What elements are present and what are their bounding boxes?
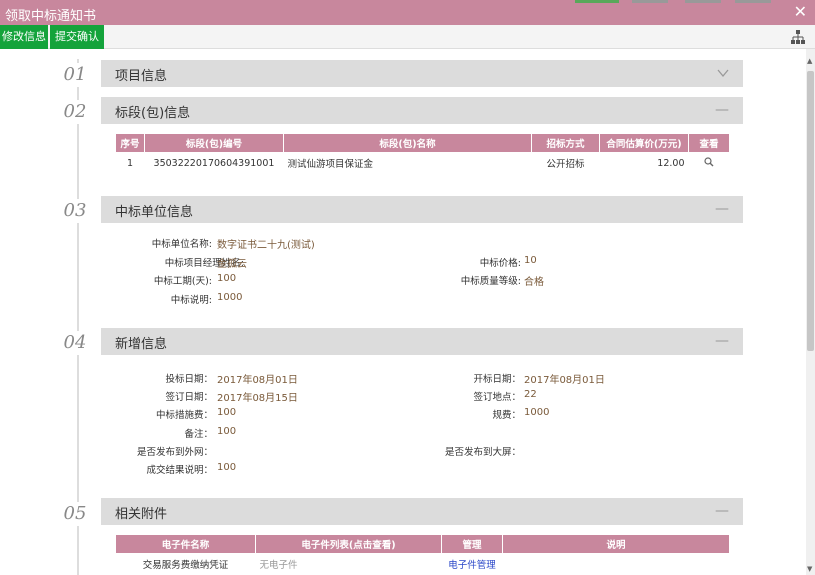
section-added-info: 新增信息 — 投标日期： 2017年08月01日 开标日期： 2017年08月0… xyxy=(101,328,743,498)
section-lot-info: 标段(包)信息 — 序号 标段(包)编号 标段(包)名称 招标方式 合同估算价(… xyxy=(101,97,743,185)
bg-tab[interactable] xyxy=(735,0,771,3)
section-number: 02 xyxy=(58,100,92,124)
section-header[interactable]: 标段(包)信息 — xyxy=(101,97,743,124)
section-number: 04 xyxy=(58,331,92,355)
edit-info-button[interactable]: 修改信息 xyxy=(0,25,48,49)
field-label: 开标日期： xyxy=(473,374,521,385)
attachment-name: 交易服务费缴纳凭证 xyxy=(142,560,229,572)
section-winner-info: 中标单位信息 — 中标单位名称: 数字证书二十九(测试) 中标项目经理姓名: 金… xyxy=(101,196,743,319)
section-header[interactable]: 项目信息 xyxy=(101,60,743,87)
row-number: 1 xyxy=(126,157,134,169)
section-number: 05 xyxy=(58,502,92,526)
attachment-manage-link[interactable]: 电子件管理 xyxy=(448,560,496,571)
scroll-up-arrow[interactable]: ▲ xyxy=(807,57,812,65)
window-titlebar: 领取中标通知书 ✕ xyxy=(0,0,815,25)
collapse-icon[interactable]: — xyxy=(715,102,729,118)
collapse-icon[interactable]: — xyxy=(715,201,729,217)
collapse-icon[interactable]: — xyxy=(715,503,729,519)
scrollbar-thumb[interactable] xyxy=(807,71,814,351)
column-header: 电子件名称 xyxy=(115,534,256,554)
window-title: 领取中标通知书 xyxy=(5,9,97,24)
field-label: 成交结果说明： xyxy=(146,465,213,476)
vertical-scrollbar[interactable]: ▲ ▼ xyxy=(806,49,815,575)
column-header: 管理 xyxy=(441,534,503,554)
field-label: 备注： xyxy=(184,429,213,440)
column-header: 说明 xyxy=(502,534,730,554)
submit-confirm-button[interactable]: 提交确认 xyxy=(50,25,104,49)
section-project-info: 项目信息 xyxy=(101,60,743,87)
attachment-files: 无电子件 xyxy=(259,560,298,572)
lot-name: 测试仙游项目保证金 xyxy=(287,159,374,171)
attachment-description xyxy=(503,554,730,575)
winner-note-value: 1000 xyxy=(217,292,243,303)
lot-code: 35032220170604391001 xyxy=(153,157,275,169)
field-label: 是否发布到大屏： xyxy=(444,447,521,458)
lot-table: 序号 标段(包)编号 标段(包)名称 招标方式 合同估算价(万元) 查看 1 3… xyxy=(115,133,730,174)
open-date-value: 2017年08月01日 xyxy=(524,375,605,386)
column-header: 招标方式 xyxy=(531,133,600,153)
winner-unit-value: 数字证书二十九(测试) xyxy=(217,240,315,251)
timeline-line xyxy=(77,59,79,575)
field-label: 中标说明: xyxy=(170,295,212,306)
section-title: 相关附件 xyxy=(115,507,168,522)
quality-grade-value: 合格 xyxy=(524,277,544,288)
background-tabs-strip xyxy=(575,0,785,3)
form-content: 01 项目信息 02 标段(包)信息 — 序号 标段(包)编号 标段(包)名称 … xyxy=(0,49,806,575)
section-title: 项目信息 xyxy=(115,69,168,84)
section-title: 中标单位信息 xyxy=(115,205,194,220)
scroll-down-arrow[interactable]: ▼ xyxy=(807,565,812,573)
winning-price-value: 10 xyxy=(524,255,537,266)
section-title: 标段(包)信息 xyxy=(115,106,191,121)
table-row: 交易服务费缴纳凭证 无电子件 电子件管理 xyxy=(116,554,730,575)
regulation-fee-value: 1000 xyxy=(524,407,550,418)
section-title: 新增信息 xyxy=(115,337,168,352)
field-label: 中标质量等级: xyxy=(460,276,521,287)
remark-value: 100 xyxy=(217,426,237,437)
sitemap-icon[interactable] xyxy=(791,30,805,44)
table-row: 1 35032220170604391001 测试仙游项目保证金 公开招标 12… xyxy=(116,153,730,174)
column-header: 标段(包)名称 xyxy=(283,133,532,153)
column-header: 电子件列表(点击查看) xyxy=(255,534,442,554)
collapse-icon[interactable]: — xyxy=(715,333,729,349)
bg-tab[interactable] xyxy=(632,0,668,3)
field-label: 规费： xyxy=(492,410,521,421)
close-icon[interactable]: ✕ xyxy=(794,3,807,21)
section-header[interactable]: 新增信息 — xyxy=(101,328,743,355)
attachment-table: 电子件名称 电子件列表(点击查看) 管理 说明 交易服务费缴纳凭证 无电子件 电… xyxy=(115,534,730,575)
table-header-row: 序号 标段(包)编号 标段(包)名称 招标方式 合同估算价(万元) 查看 xyxy=(115,133,730,153)
section-attachments: 相关附件 — 电子件名称 电子件列表(点击查看) 管理 说明 交易服务费缴纳凭证… xyxy=(101,498,743,575)
section-header[interactable]: 相关附件 — xyxy=(101,498,743,525)
section-number: 01 xyxy=(58,63,92,87)
search-icon[interactable] xyxy=(704,157,714,167)
field-label: 中标价格: xyxy=(479,258,521,269)
column-header: 合同估算价(万元) xyxy=(599,133,689,153)
section-number: 03 xyxy=(58,199,92,223)
column-header: 查看 xyxy=(688,133,730,153)
column-header: 标段(包)编号 xyxy=(144,133,284,153)
section-header[interactable]: 中标单位信息 — xyxy=(101,196,743,223)
bg-tab[interactable] xyxy=(685,0,721,3)
field-label: 中标单位名称: xyxy=(151,239,212,250)
result-note-value: 100 xyxy=(217,462,237,473)
bid-method: 公开招标 xyxy=(546,159,585,171)
toolbar: 修改信息 提交确认 xyxy=(0,25,815,49)
estimated-price: 12.00 xyxy=(657,157,685,169)
bg-tab[interactable] xyxy=(575,0,619,3)
chevron-down-icon[interactable] xyxy=(717,67,729,79)
table-header-row: 电子件名称 电子件列表(点击查看) 管理 说明 xyxy=(115,534,730,554)
field-label: 签订地点： xyxy=(473,392,521,403)
column-header: 序号 xyxy=(115,133,145,153)
sign-place-value: 22 xyxy=(524,389,537,400)
